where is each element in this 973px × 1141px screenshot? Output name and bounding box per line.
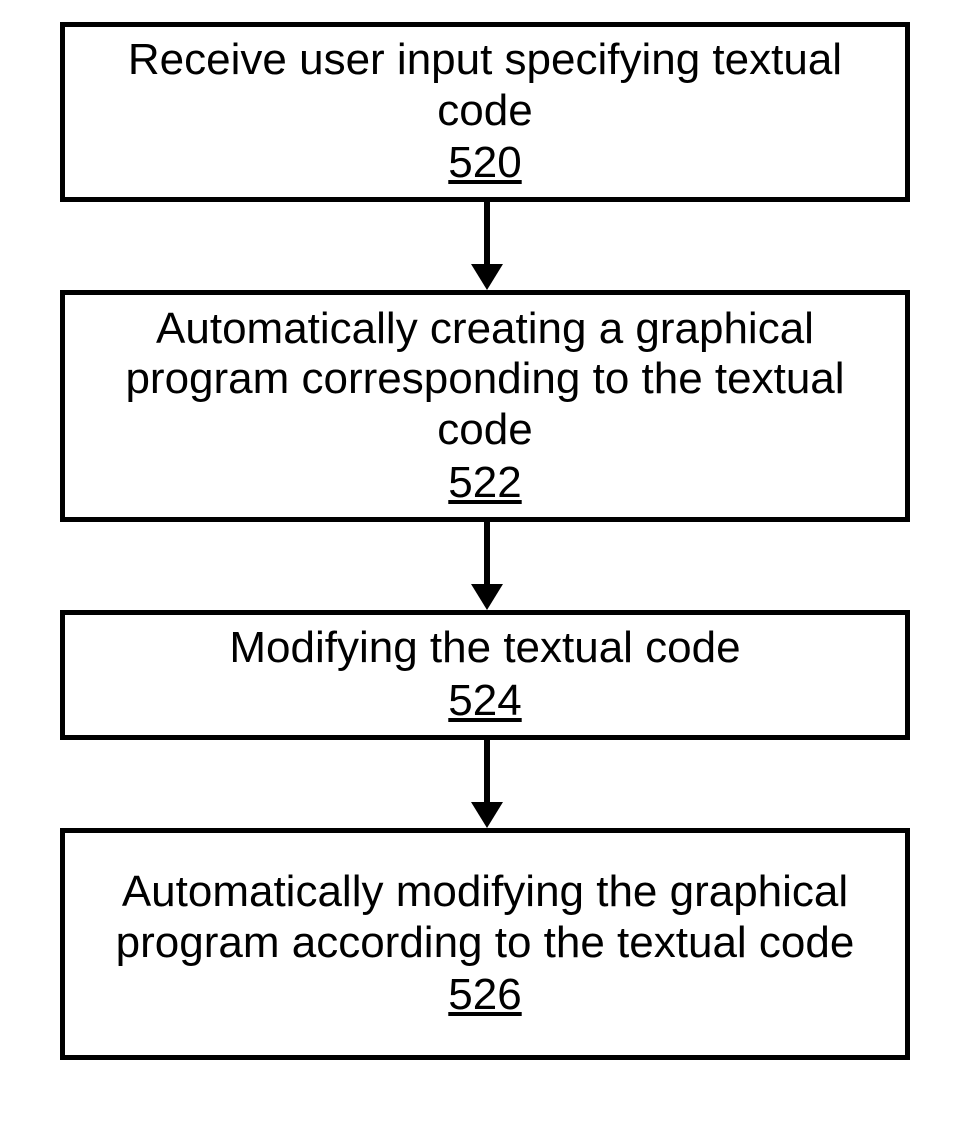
flow-step-524: Modifying the textual code 524 — [60, 610, 910, 740]
step-text: Automatically creating a graphical progr… — [83, 304, 887, 456]
flow-step-522: Automatically creating a graphical progr… — [60, 290, 910, 522]
step-ref: 526 — [448, 970, 521, 1021]
arrow-down-icon — [467, 522, 507, 610]
step-text: Automatically modifying the graphical pr… — [83, 867, 887, 968]
flow-step-520: Receive user input specifying textual co… — [60, 22, 910, 202]
step-text: Modifying the textual code — [229, 623, 740, 674]
arrow-down-icon — [467, 740, 507, 828]
arrow-down-icon — [467, 202, 507, 290]
step-ref: 522 — [448, 458, 521, 509]
flow-step-526: Automatically modifying the graphical pr… — [60, 828, 910, 1060]
step-text: Receive user input specifying textual co… — [83, 35, 887, 136]
flowchart: Receive user input specifying textual co… — [0, 0, 973, 1141]
step-ref: 520 — [448, 138, 521, 189]
step-ref: 524 — [448, 676, 521, 727]
